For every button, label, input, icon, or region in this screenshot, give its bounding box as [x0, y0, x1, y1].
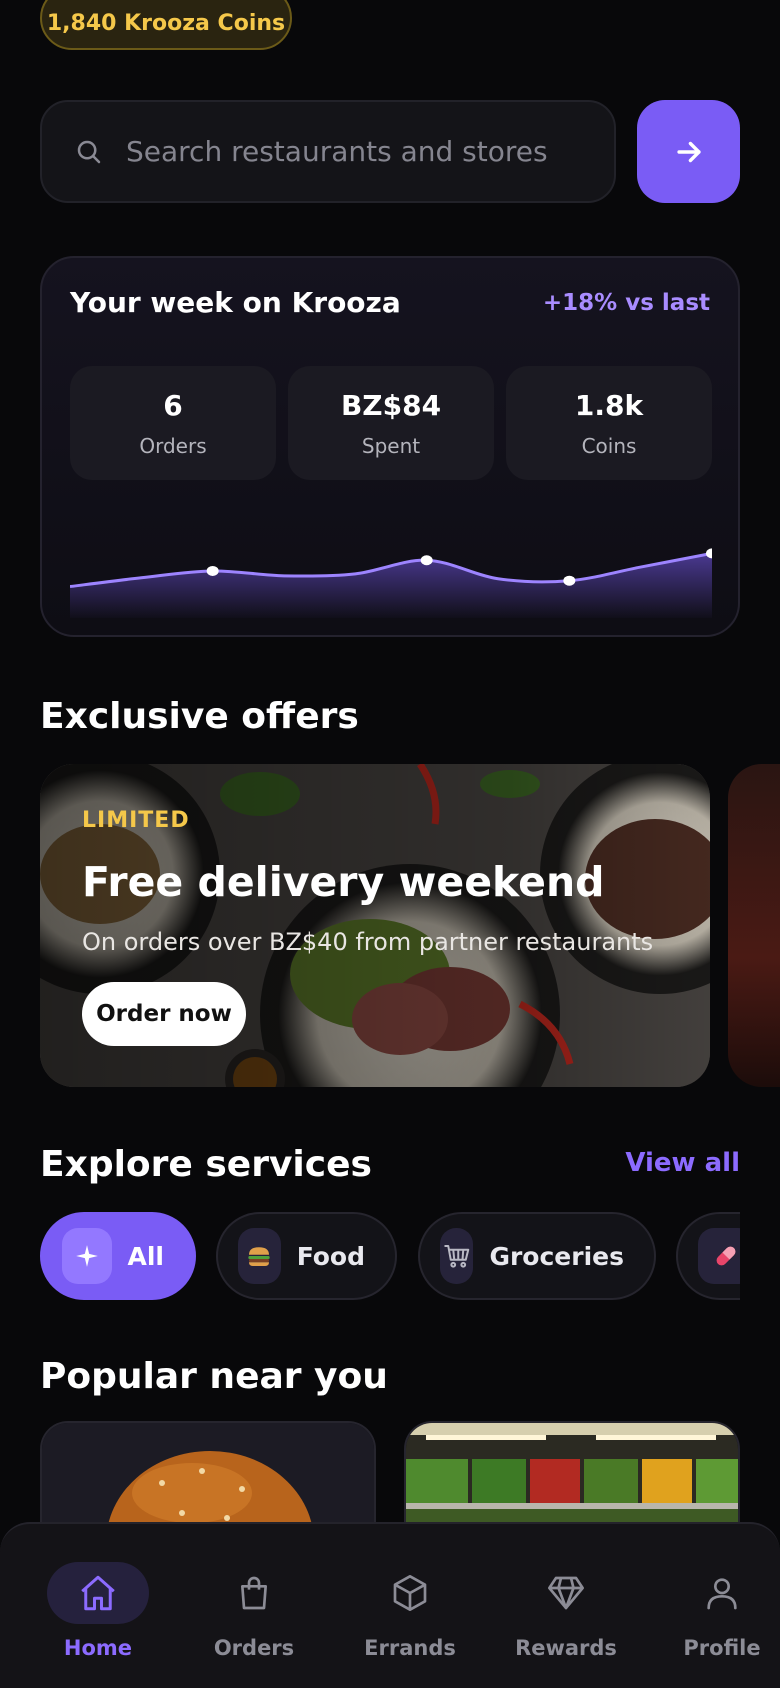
arrow-right-icon [676, 141, 701, 162]
search-icon [77, 140, 101, 163]
stat-spent: BZ$84 Spent [288, 366, 494, 480]
coins-balance-label: 1,840 Krooza Coins [46, 10, 286, 36]
bag-icon [241, 1576, 267, 1610]
nav-label: Rewards [515, 1636, 617, 1660]
weekly-summary-title: Your week on Krooza [70, 286, 401, 319]
burger-icon [238, 1228, 281, 1284]
nav-label: Profile [683, 1636, 761, 1660]
chip-all[interactable]: All [40, 1212, 196, 1300]
offer-subtitle: On orders over BZ$40 from partner restau… [82, 928, 654, 956]
search-input[interactable] [126, 135, 614, 168]
cart-icon [440, 1228, 474, 1284]
chart-point [206, 565, 219, 576]
offer-banner[interactable]: LIMITED Free delivery weekend On orders … [40, 764, 710, 1087]
chart-point [563, 575, 576, 586]
nav-home[interactable]: Home [20, 1524, 176, 1688]
nav-profile[interactable]: Profile [644, 1524, 780, 1688]
order-now-button[interactable]: Order now [82, 982, 246, 1046]
chip-label: Groceries [489, 1241, 624, 1271]
nav-label: Home [63, 1636, 133, 1660]
stat-label: Orders [139, 433, 207, 458]
home-icon [81, 1575, 115, 1611]
nav-rewards[interactable]: Rewards [488, 1524, 644, 1688]
chip-food[interactable]: Food [216, 1212, 397, 1300]
nav-orders[interactable]: Orders [176, 1524, 332, 1688]
box-icon [393, 1575, 427, 1611]
stat-value: 6 [163, 388, 183, 422]
stat-value: 1.8k [574, 388, 644, 422]
nav-label: Errands [364, 1636, 456, 1660]
chip-groceries[interactable]: Groceries [418, 1212, 656, 1300]
nav-active-indicator [47, 1562, 149, 1624]
chart-area [70, 553, 712, 618]
weekly-change-label: +18% vs last [542, 290, 710, 316]
offers-section-title: Exclusive offers [40, 696, 359, 737]
service-chips-row: All Food Groceries [40, 1212, 740, 1300]
nav-label: Orders [213, 1636, 295, 1660]
weekly-spend-chart [70, 548, 712, 618]
pill-icon [698, 1228, 740, 1284]
chart-point [420, 555, 433, 566]
services-section-title: Explore services [40, 1144, 372, 1185]
stat-label: Spent [361, 433, 421, 458]
weekly-summary-card[interactable]: Your week on Krooza +18% vs last 6 Order… [40, 256, 740, 637]
coins-balance-badge[interactable]: 1,840 Krooza Coins [40, 0, 292, 50]
chip-label: All [127, 1241, 165, 1271]
chip-label: Food [296, 1241, 365, 1271]
nav-errands[interactable]: Errands [332, 1524, 488, 1688]
search-submit-button[interactable] [637, 100, 740, 203]
offer-tag: LIMITED [82, 808, 190, 833]
user-icon [707, 1578, 737, 1610]
view-all-services-link[interactable]: View all [625, 1148, 740, 1178]
stat-label: Coins [581, 433, 637, 458]
stat-value: BZ$84 [340, 388, 442, 422]
stat-coins: 1.8k Coins [506, 366, 712, 480]
bottom-navigation: Home Orders Errands Rewards Profile [0, 1522, 780, 1688]
diamond-icon [548, 1576, 584, 1610]
chip-pharmacy[interactable] [676, 1212, 740, 1300]
next-offer-banner-peek[interactable] [728, 764, 780, 1087]
sparkle-icon [62, 1228, 112, 1284]
search-bar[interactable] [40, 100, 616, 203]
offer-headline: Free delivery weekend [82, 858, 605, 906]
popular-section-title: Popular near you [40, 1356, 388, 1397]
stat-orders: 6 Orders [70, 366, 276, 480]
